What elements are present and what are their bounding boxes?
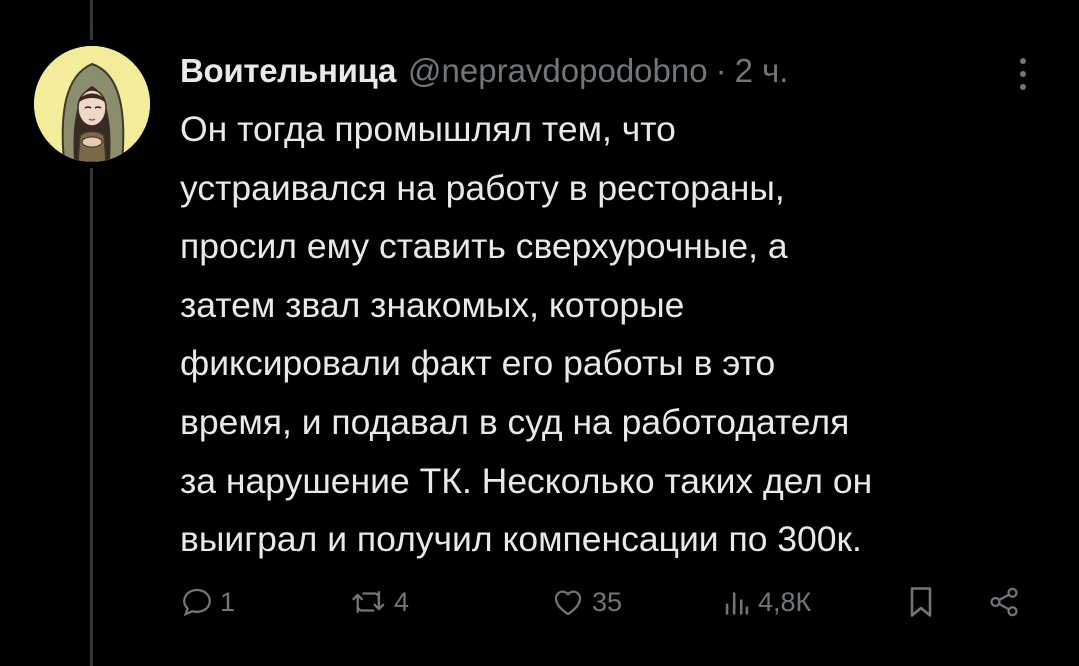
tweet-text-line: время, и подавал в суд на работодателя — [180, 401, 850, 442]
like-button[interactable]: 35 — [550, 580, 622, 624]
user-handle[interactable]: @nepravdopodobno — [408, 52, 708, 90]
more-icon — [1020, 58, 1026, 64]
tweet-text-line: затем звал знакомых, которые — [180, 284, 685, 325]
reply-icon — [183, 588, 211, 617]
like-count: 35 — [592, 586, 623, 617]
thread-line-top — [90, 0, 93, 40]
tweet-text-line: устраивался на работу в рестораны, — [180, 167, 785, 208]
reply-count: 1 — [220, 586, 236, 617]
tweet-text-line: фиксировали факт его работы в это — [180, 343, 776, 384]
timestamp[interactable]: 2 ч. — [735, 52, 789, 90]
views-icon — [725, 592, 749, 615]
retweet-count: 4 — [394, 586, 410, 617]
tweet-header: Воительница @nepravdopodobno · 2 ч. — [180, 48, 788, 94]
tweet-actions: 1 4 35 4,8К — [0, 580, 1079, 624]
tweet-text-line: просил ему ставить сверхурочные, а — [180, 226, 788, 267]
tweet-text-line: Он тогда промышлял тем, что — [180, 109, 676, 149]
separator-dot: · — [715, 52, 727, 89]
display-name[interactable]: Воительница — [180, 52, 396, 90]
views-count: 4,8К — [758, 586, 812, 617]
tweet-text: Он тогда промышлял тем, что устраивался … — [180, 100, 1060, 569]
reply-button[interactable]: 1 — [180, 580, 235, 624]
avatar[interactable] — [34, 46, 150, 162]
tweet-text-line: выиграл и получил компенсации по 300к. — [180, 519, 862, 560]
bookmark-icon — [910, 587, 932, 617]
like-icon — [554, 590, 582, 616]
bookmark-button[interactable] — [906, 580, 936, 624]
avatar-illustration-icon — [34, 46, 150, 162]
retweet-icon — [352, 590, 385, 614]
retweet-button[interactable]: 4 — [350, 580, 409, 624]
share-button[interactable] — [986, 580, 1022, 624]
views-button[interactable]: 4,8К — [722, 580, 811, 624]
tweet-text-line: за нарушение ТК. Несколько таких дел он — [180, 460, 873, 501]
share-icon — [990, 587, 1018, 617]
more-options-button[interactable] — [1008, 54, 1038, 94]
